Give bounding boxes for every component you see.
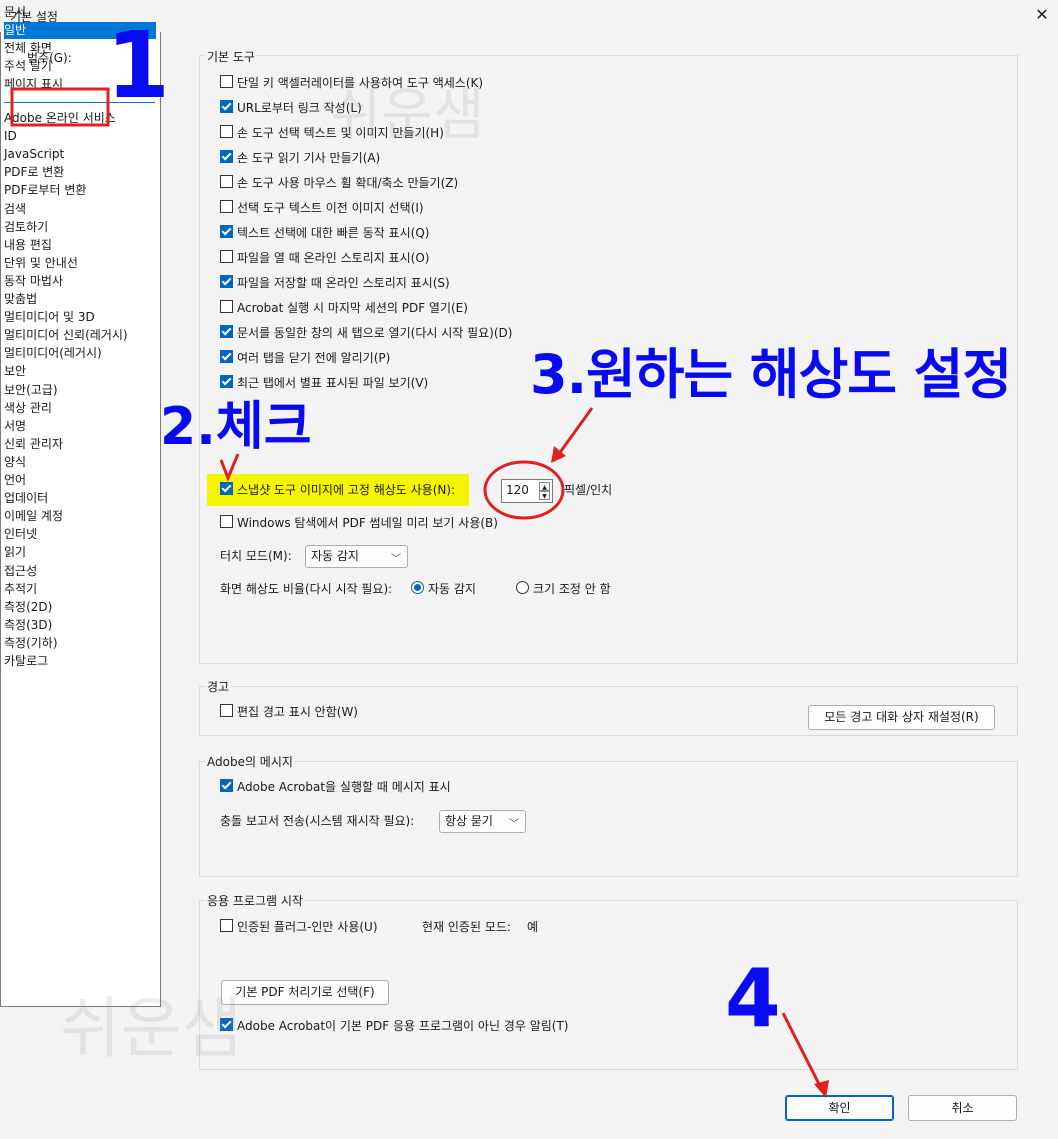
step2-annotation: 2.체크 [160,397,312,457]
step3-annotation: 3.원하는 해상도 설정 [530,343,1012,406]
annotation-marks [10,87,829,1098]
step1-box [10,87,110,127]
step4-annotation: 4 [725,952,781,1045]
step3-arrow [554,407,594,459]
step1-annotation: 1 [106,12,171,119]
step4-arrow [781,1012,825,1093]
step4-arrowhead [814,1080,829,1098]
step3-circle [483,460,565,520]
